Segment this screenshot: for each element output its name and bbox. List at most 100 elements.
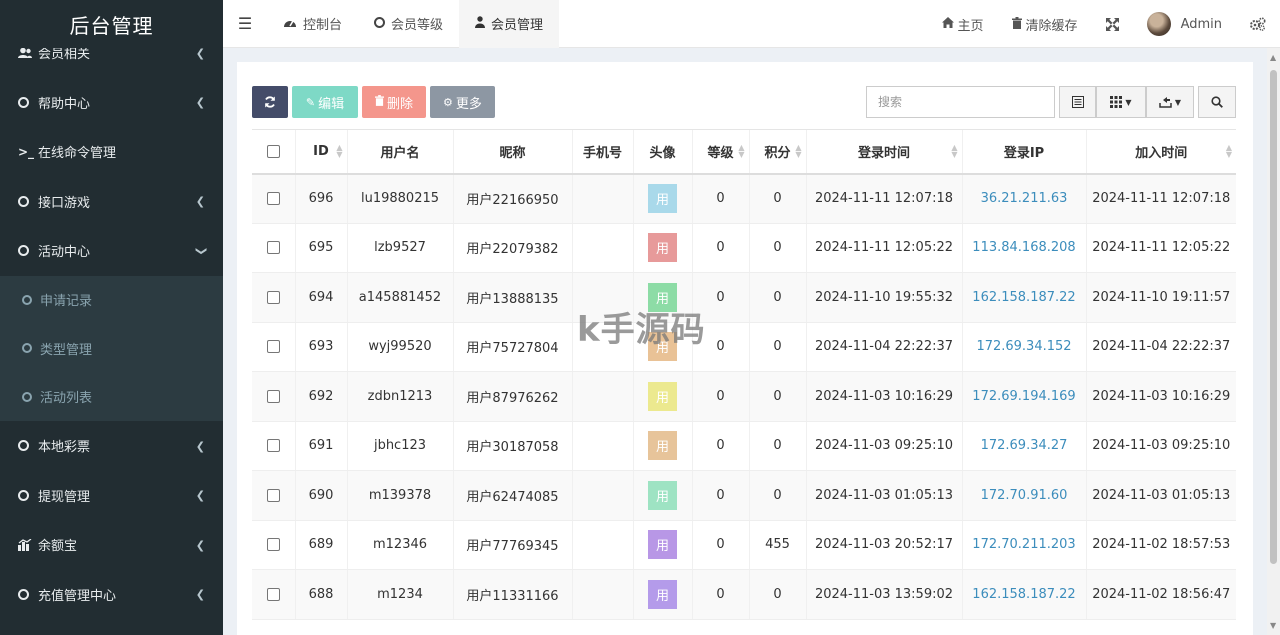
- row-checkbox[interactable]: [266, 587, 280, 601]
- row-checkbox[interactable]: [266, 389, 280, 403]
- row-checkbox[interactable]: [266, 488, 280, 502]
- login-ip-text[interactable]: 172.69.34.152: [976, 339, 1071, 354]
- login-ip-text[interactable]: 172.69.34.27: [981, 438, 1068, 453]
- sidebar-item-balance[interactable]: 余额宝 ❮: [0, 520, 223, 570]
- cell-login-ip[interactable]: 36.21.211.63: [961, 173, 1086, 224]
- table-row[interactable]: 689 m12346 用户77769345 用 0 455 2024-11-03 20:52…: [252, 520, 1236, 570]
- circle-icon: [18, 489, 38, 501]
- cell-join-time: 2024-11-03 10:16:29: [1085, 371, 1236, 422]
- row-select-cell[interactable]: [252, 322, 295, 372]
- row-checkbox[interactable]: [266, 241, 280, 255]
- login-ip-text[interactable]: 172.70.91.60: [981, 488, 1068, 503]
- scroll-down-icon[interactable]: ▼: [1270, 621, 1276, 630]
- login-ip-text[interactable]: 36.21.211.63: [981, 191, 1068, 206]
- sidebar-subitem-apply-records[interactable]: 申请记录: [0, 276, 223, 325]
- login-ip-text[interactable]: 113.84.168.208: [972, 240, 1075, 255]
- search-button[interactable]: [1198, 86, 1236, 118]
- tab-dashboard[interactable]: 控制台: [267, 0, 358, 48]
- clear-cache-button[interactable]: 清除缓存: [998, 0, 1092, 48]
- select-all-checkbox[interactable]: [266, 144, 280, 158]
- refresh-button[interactable]: [252, 86, 288, 118]
- table-row[interactable]: 695 lzb9527 用户22079382 用 0 0 2024-11-11 12:05:…: [252, 223, 1236, 273]
- cell-login-ip[interactable]: 172.69.194.169: [961, 371, 1086, 422]
- more-button[interactable]: ⚙ 更多: [430, 86, 495, 118]
- table-row[interactable]: 696 lu19880215 用户22166950 用 0 0 2024-11-11 12:…: [252, 173, 1236, 224]
- columns-dropdown[interactable]: ▼: [1096, 86, 1146, 118]
- sidebar-item-command[interactable]: >_ 在线命令管理: [0, 127, 223, 177]
- table-row[interactable]: 691 jbhc123 用户30187058 用 0 0 2024-11-03 09:25:…: [252, 421, 1236, 471]
- nickname-text: 用户30187058: [466, 440, 559, 456]
- export-dropdown[interactable]: ▼: [1146, 86, 1194, 118]
- cell-id: 693: [294, 322, 347, 372]
- col-header-join-time[interactable]: 加入时间 ▲ ▼: [1085, 129, 1236, 175]
- delete-button[interactable]: 删除: [362, 86, 426, 118]
- cell-login-ip[interactable]: 172.69.34.152: [961, 322, 1086, 372]
- row-select-cell[interactable]: [252, 520, 295, 570]
- col-header-login-time[interactable]: 登录时间 ▲ ▼: [805, 129, 962, 175]
- id-text: 688: [308, 586, 334, 602]
- edit-button[interactable]: ✎ 编辑: [292, 86, 358, 118]
- scroll-up-icon[interactable]: ▲: [1270, 53, 1276, 62]
- toggle-view-button[interactable]: [1059, 86, 1096, 118]
- settings-gears-icon[interactable]: [1236, 0, 1280, 48]
- user-menu[interactable]: Admin: [1133, 0, 1236, 48]
- table-row[interactable]: 694 a145881452 用户13888135 用 0 0 2024-11-10 19:…: [252, 272, 1236, 323]
- sidebar-item-games[interactable]: 接口游戏 ❮: [0, 177, 223, 227]
- login-ip-text[interactable]: 172.70.211.203: [972, 537, 1075, 552]
- search-input[interactable]: [866, 86, 1055, 118]
- login-ip-text[interactable]: 172.69.194.169: [972, 389, 1075, 404]
- cell-level: 0: [691, 569, 749, 620]
- sidebar-item-help[interactable]: 帮助中心 ❮: [0, 78, 223, 128]
- cell-login-ip[interactable]: 162.158.187.22: [961, 272, 1086, 323]
- tab-member-manage[interactable]: 会员管理: [459, 0, 560, 48]
- row-select-cell[interactable]: [252, 421, 295, 471]
- select-all-cell[interactable]: [252, 129, 295, 175]
- sidebar-item-recharge[interactable]: 充值管理中心 ❮: [0, 570, 223, 620]
- brand-title[interactable]: 后台管理: [0, 0, 223, 48]
- col-header-id[interactable]: ID ▲ ▼: [294, 129, 347, 175]
- col-header-label: 登录时间: [857, 145, 910, 161]
- col-header-points[interactable]: 积分 ▲ ▼: [748, 129, 806, 175]
- login-ip-text[interactable]: 162.158.187.22: [972, 290, 1075, 305]
- home-link[interactable]: 主页: [928, 0, 998, 48]
- fullscreen-icon[interactable]: [1092, 0, 1133, 48]
- cell-login-ip[interactable]: 172.69.34.27: [961, 421, 1086, 471]
- vertical-scrollbar[interactable]: ▲ ▼: [1267, 48, 1280, 635]
- row-checkbox[interactable]: [266, 538, 280, 552]
- username-text: lzb9527: [374, 240, 426, 256]
- row-checkbox[interactable]: [266, 340, 280, 354]
- cell-points: 0: [748, 322, 806, 372]
- tab-member-level[interactable]: 会员等级: [358, 0, 459, 48]
- cell-login-ip[interactable]: 172.70.91.60: [961, 470, 1086, 521]
- row-select-cell[interactable]: [252, 223, 295, 273]
- sidebar-subitem-type-manage[interactable]: 类型管理: [0, 324, 223, 373]
- cell-login-ip[interactable]: 162.158.187.22: [961, 569, 1086, 620]
- table-row[interactable]: 692 zdbn1213 用户87976262 用 0 0 2024-11-03 10:16…: [252, 371, 1236, 422]
- row-select-cell[interactable]: [252, 371, 295, 422]
- scrollbar-thumb[interactable]: [1270, 70, 1277, 564]
- menu-toggle-icon[interactable]: ☰: [223, 0, 267, 48]
- login-ip-text[interactable]: 162.158.187.22: [972, 587, 1075, 602]
- row-checkbox[interactable]: [266, 290, 280, 304]
- cell-login-time: 2024-11-03 09:25:10: [805, 421, 962, 471]
- cell-login-time: 2024-11-03 10:16:29: [805, 371, 962, 422]
- col-header-level[interactable]: 等级 ▲ ▼: [691, 129, 749, 175]
- cell-login-ip[interactable]: 172.70.211.203: [961, 520, 1086, 570]
- sidebar-item-withdraw[interactable]: 提现管理 ❮: [0, 471, 223, 521]
- sidebar-item-activity[interactable]: 活动中心 ❮: [0, 226, 223, 276]
- table-row[interactable]: 693 wyj99520 用户75727804 用 0 0 2024-11-04 22:22…: [252, 322, 1236, 372]
- row-select-cell[interactable]: [252, 173, 295, 224]
- sidebar-subitem-activity-list[interactable]: 活动列表: [0, 373, 223, 422]
- trash-icon: [1011, 16, 1022, 32]
- row-select-cell[interactable]: [252, 569, 295, 620]
- cell-login-ip[interactable]: 113.84.168.208: [961, 223, 1086, 273]
- level-text: 0: [716, 438, 725, 454]
- row-select-cell[interactable]: [252, 470, 295, 521]
- sidebar-item-lottery[interactable]: 本地彩票 ❮: [0, 421, 223, 471]
- row-select-cell[interactable]: [252, 272, 295, 323]
- table-row[interactable]: 690 m139378 用户62474085 用 0 0 2024-11-03 01:05:…: [252, 470, 1236, 521]
- table-row[interactable]: 688 m1234 用户11331166 用 0 0 2024-11-03 13:59:02…: [252, 569, 1236, 620]
- row-checkbox[interactable]: [266, 439, 280, 453]
- chevron-left-icon: ❮: [195, 588, 205, 602]
- row-checkbox[interactable]: [266, 192, 280, 205]
